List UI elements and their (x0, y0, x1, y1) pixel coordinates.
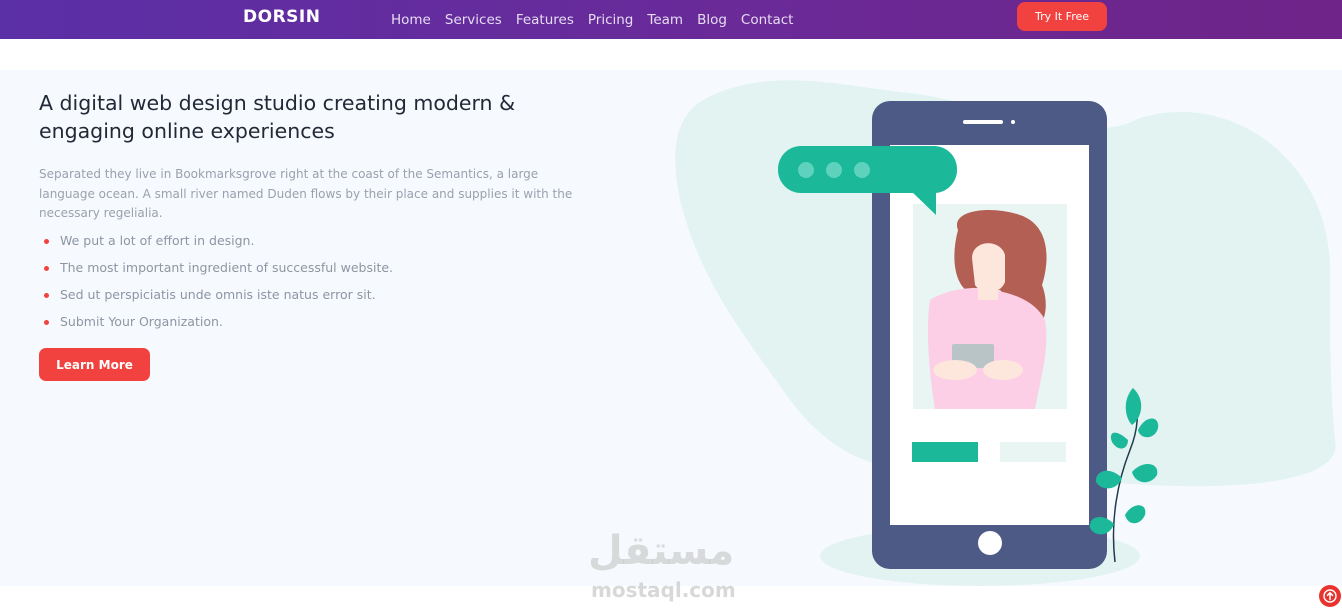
headline-line-1: A digital web design studio creating mod… (39, 91, 516, 115)
nav-link-contact[interactable]: Contact (734, 12, 801, 28)
bullet-icon (44, 239, 49, 244)
arrow-up-circle-icon (1323, 589, 1337, 603)
phone-camera (1011, 120, 1015, 124)
feature-item: Submit Your Organization. (44, 314, 393, 341)
nav-menu: Home Services Features Pricing Team Blog… (384, 0, 800, 39)
feature-item: We put a lot of effort in design. (44, 233, 393, 260)
feature-item-text: Submit Your Organization. (60, 314, 223, 329)
phone-speaker (963, 120, 1003, 124)
headline-line-2: engaging online experiences (39, 119, 335, 143)
bullet-icon (44, 266, 49, 271)
brand-logo[interactable]: DORSIN (243, 7, 320, 27)
hero-intro-text: Separated they live in Bookmarksgrove ri… (39, 167, 573, 220)
nav-link-pricing[interactable]: Pricing (581, 12, 641, 28)
nav-link-blog[interactable]: Blog (690, 12, 734, 28)
navbar: DORSIN Home Services Features Pricing Te… (0, 0, 1342, 39)
hero-section: A digital web design studio creating mod… (0, 70, 1342, 586)
nav-link-features[interactable]: Features (509, 12, 581, 28)
feature-item-text: The most important ingredient of success… (60, 260, 394, 275)
nav-link-team[interactable]: Team (640, 12, 690, 28)
screen-primary-block (912, 442, 978, 462)
bullet-icon (44, 293, 49, 298)
watermark-arabic: مستقل (588, 528, 735, 574)
watermark-latin: mostaql.com (591, 578, 736, 602)
feature-item: The most important ingredient of success… (44, 260, 393, 287)
feature-item-text: Sed ut perspiciatis unde omnis iste natu… (60, 287, 376, 302)
nav-link-services[interactable]: Services (438, 12, 509, 28)
phone-home-button (978, 531, 1002, 555)
feature-list: We put a lot of effort in design. The mo… (44, 233, 393, 341)
feature-item-text: We put a lot of effort in design. (60, 233, 255, 248)
try-it-free-button[interactable]: Try It Free (1017, 2, 1107, 31)
back-to-top-button[interactable] (1319, 585, 1341, 607)
hero-headline: A digital web design studio creating mod… (39, 89, 599, 145)
learn-more-button[interactable]: Learn More (39, 348, 150, 381)
bullet-icon (44, 320, 49, 325)
feature-item: Sed ut perspiciatis unde omnis iste natu… (44, 287, 393, 314)
nav-link-home[interactable]: Home (384, 12, 438, 28)
screen-secondary-block (1000, 442, 1066, 462)
